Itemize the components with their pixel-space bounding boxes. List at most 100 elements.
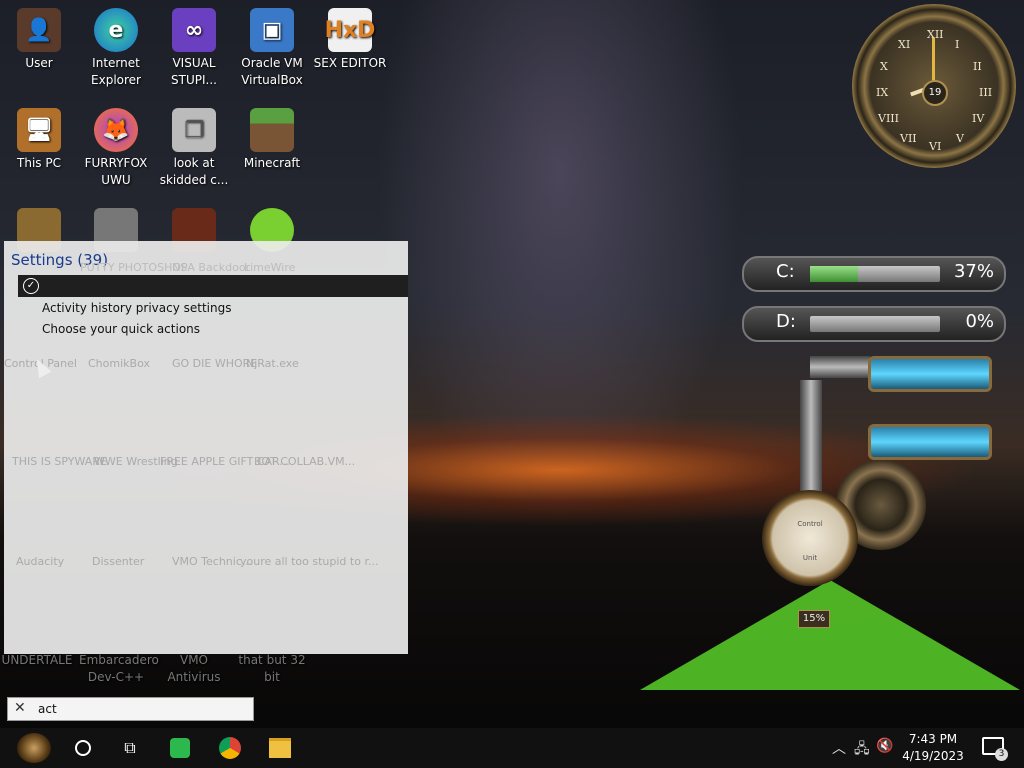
desktop-icon-label: FURRYFOX UWU: [84, 156, 148, 187]
taskbar: [0, 728, 1024, 768]
clock-numeral: I: [955, 38, 960, 51]
system-clock[interactable]: 7:43 PM 4/19/2023: [898, 731, 968, 765]
firefox-icon: 🦊: [94, 108, 138, 152]
clock-numeral: IX: [876, 86, 889, 99]
drive-usage-bar: [810, 316, 940, 332]
ghost-label: THIS IS SPYWARE: [12, 455, 107, 468]
desktop-icon-label: Oracle VM VirtualBox: [241, 56, 303, 87]
clock-numeral: XI: [898, 38, 911, 51]
search-results-panel: Settings (39) ✓ Activity history privacy…: [4, 241, 408, 654]
drive-gauge-d[interactable]: D: 0%: [742, 306, 1006, 342]
desktop-icon-firefox[interactable]: 🦊 FURRYFOX UWU: [79, 108, 153, 189]
gauge-dial-label: Control: [797, 520, 823, 528]
ghost-label: LimeWire: [244, 261, 296, 274]
ghost-label: GO DIE WHORE: [172, 357, 258, 370]
result-item-quick-actions[interactable]: Choose your quick actions: [42, 322, 200, 336]
desktop-icon-user[interactable]: 👤 User: [2, 8, 76, 72]
taskbar-app-chrome[interactable]: [214, 733, 246, 763]
file-explorer-icon: [269, 738, 291, 758]
volume-muted-icon[interactable]: 🔇: [876, 738, 893, 754]
drive-usage-percent: 0%: [965, 311, 994, 332]
ghost-label: BOT COLLAB.VM...: [254, 455, 356, 468]
desktop-icon-minecraft[interactable]: Minecraft: [235, 108, 309, 172]
desktop-icon-devcpp[interactable]: Embarcadero Dev-C++: [79, 652, 159, 686]
control-unit-gauge: Control Unit 15%: [762, 490, 858, 628]
minecraft-icon: [250, 108, 294, 152]
desktop-icon-virtualbox[interactable]: ▣ Oracle VM VirtualBox: [235, 8, 309, 89]
taskbar-search-box[interactable]: ✕: [7, 697, 254, 721]
desktop-icon-label: User: [25, 56, 53, 70]
task-view-icon: ⧉: [124, 738, 136, 757]
desktop-icon-label: Embarcadero Dev-C++: [79, 653, 159, 684]
hex-editor-icon: HxD: [325, 8, 375, 52]
clock-numeral: VI: [929, 140, 942, 153]
action-center-button[interactable]: 3: [982, 737, 1008, 761]
desktop-icon-label: VMO Antivirus: [167, 653, 221, 684]
cortana-icon: [75, 740, 91, 756]
ghost-label: ChomikBox: [88, 357, 150, 370]
desktop-icon-label: VISUAL STUPI...: [171, 56, 217, 87]
clock-numeral: III: [979, 86, 993, 99]
desktop-icon-internet-explorer[interactable]: e Internet Explorer: [79, 8, 153, 89]
clock-numeral: VII: [900, 132, 917, 145]
drive-usage-percent: 37%: [953, 261, 994, 282]
desktop-icon-vmo-antivirus[interactable]: VMO Antivirus: [157, 652, 231, 686]
drive-usage-bar: [810, 266, 940, 282]
cortana-button[interactable]: [67, 733, 99, 763]
desktop-icon-visual-studio[interactable]: ∞ VISUAL STUPI...: [157, 8, 231, 89]
selected-result-row[interactable]: ✓: [18, 275, 408, 297]
network-icon[interactable]: 🖧: [854, 738, 870, 762]
desktop-icon-this-pc[interactable]: 🖥 This PC: [2, 108, 76, 172]
desktop-icon-label: SEX EDITOR: [313, 56, 387, 70]
taskbar-app-file-explorer[interactable]: [264, 733, 296, 763]
drive-letter: D:: [776, 311, 796, 332]
clock-numeral: II: [973, 60, 982, 73]
this-pc-icon: 🖥: [17, 108, 61, 152]
drive-gauge-c[interactable]: C: 37%: [742, 256, 1006, 292]
clock-numeral: X: [880, 60, 888, 73]
taskbar-app-dissenter[interactable]: [164, 733, 196, 763]
clock-numeral: V: [956, 132, 964, 145]
gauge-percent: 15%: [798, 610, 830, 628]
notification-count-badge: 3: [995, 748, 1008, 761]
ghost-label: NSA Backdoor: [172, 261, 251, 274]
desktop-icon-label: UNDERTALE: [1, 653, 73, 667]
start-button[interactable]: [12, 733, 56, 763]
gauge-dial-sublabel: Unit: [802, 554, 818, 562]
files-icon: ❐: [172, 108, 216, 152]
dissenter-icon: [170, 738, 190, 758]
desktop-icon-undertale[interactable]: UNDERTALE: [0, 652, 74, 669]
visual-studio-icon: ∞: [172, 8, 216, 52]
desktop-icon-label: This PC: [17, 156, 61, 170]
search-input[interactable]: [36, 700, 250, 718]
ghost-label: NjRat.exe: [246, 357, 299, 370]
result-item-activity-history[interactable]: Activity history privacy settings: [42, 301, 232, 315]
clock-numeral: VIII: [878, 112, 899, 125]
desktop-icon-skidded[interactable]: ❐ look at skidded c...: [157, 108, 231, 189]
cpu-tube: [868, 356, 992, 392]
clock-date: 19: [922, 80, 948, 106]
desktop-icon-label: look at skidded c...: [159, 156, 229, 187]
close-icon[interactable]: ✕: [14, 700, 26, 716]
user-folder-icon: 👤: [17, 8, 61, 52]
task-view-button[interactable]: ⧉: [114, 733, 146, 763]
checkmark-icon: ✓: [23, 278, 39, 294]
drive-letter: C:: [776, 261, 795, 282]
ghost-label: youre all too stupid to r...: [240, 555, 379, 568]
ghost-label: Dissenter: [92, 555, 145, 568]
desktop-icon-hex-editor[interactable]: HxD SEX EDITOR: [313, 8, 387, 72]
taskbar-date: 4/19/2023: [902, 749, 964, 763]
clock-numeral: XII: [927, 28, 944, 41]
pipe-horizontal: [810, 356, 870, 378]
desktop-icon-32bit[interactable]: that but 32 bit: [235, 652, 309, 686]
desktop-icon-label: Internet Explorer: [91, 56, 141, 87]
ram-tube: [868, 424, 992, 460]
ghost-label: Audacity: [16, 555, 65, 568]
desktop-icon-label: that but 32 bit: [238, 653, 306, 684]
clock-numeral: IV: [972, 112, 985, 125]
edge-icon: e: [94, 8, 138, 52]
drive-usage-fill: [810, 266, 859, 282]
desktop-icon-label: Minecraft: [243, 156, 301, 170]
chevron-up-icon[interactable]: ︿: [832, 738, 846, 758]
clock-gadget[interactable]: XII I II III IV V VI VII VIII IX X XI 19: [852, 4, 1016, 168]
